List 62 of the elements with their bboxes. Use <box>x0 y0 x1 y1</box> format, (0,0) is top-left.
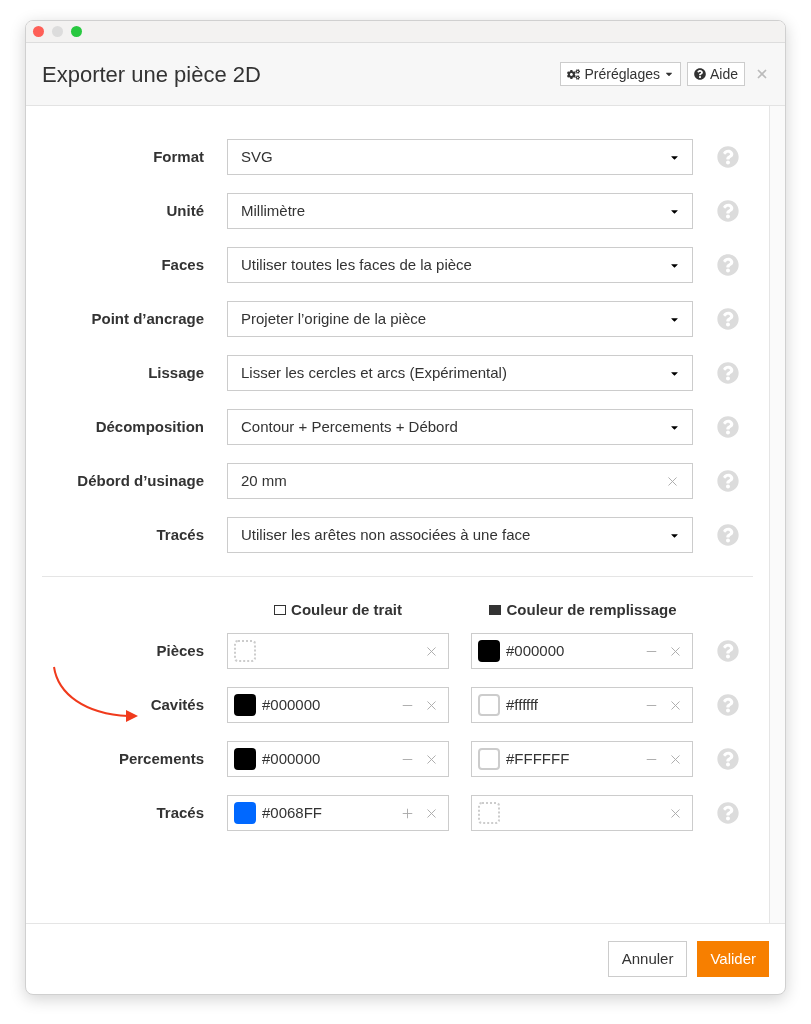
help-icon[interactable] <box>717 694 739 716</box>
field-label: Format <box>153 146 204 167</box>
field-label: Pièces <box>156 640 204 661</box>
select-field[interactable]: Contour + Percements + Débord <box>227 409 693 445</box>
help-button[interactable]: Aide <box>686 62 745 86</box>
close-window-button[interactable] <box>33 26 44 37</box>
color-field[interactable]: #000000 <box>227 687 449 723</box>
gears-icon <box>567 67 581 81</box>
select-field[interactable]: Projeter l’origine de la pièce <box>227 301 693 337</box>
column-header: Couleur de remplissage <box>506 599 677 620</box>
help-icon <box>693 68 706 80</box>
field-label: Décomposition <box>95 416 204 437</box>
color-swatch[interactable] <box>478 694 500 716</box>
column-header: Couleur de trait <box>291 599 402 620</box>
field-label: Tracés <box>156 524 204 545</box>
select-field[interactable]: Lisser les cercles et arcs (Expérimental) <box>227 355 693 391</box>
help-icon[interactable] <box>717 416 739 438</box>
field-label: Faces <box>161 254 204 275</box>
select-field[interactable]: Utiliser toutes les faces de la pièce <box>227 247 693 283</box>
color-field[interactable]: #FFFFFF <box>471 741 693 777</box>
input-field[interactable]: 20 mm <box>227 463 693 499</box>
dialog-title: Exporter une pièce 2D <box>42 60 262 89</box>
field-label: Tracés <box>156 802 204 823</box>
help-icon[interactable] <box>717 200 739 222</box>
help-icon[interactable] <box>717 254 739 276</box>
field-label: Débord d’usinage <box>77 470 204 491</box>
color-field[interactable] <box>227 633 449 669</box>
filled-square-icon <box>489 605 502 615</box>
select-field[interactable]: Utiliser les arêtes non associées à une face <box>227 517 693 553</box>
empty-swatch[interactable] <box>234 640 256 662</box>
field-label: Point d’ancrage <box>91 308 204 329</box>
color-field[interactable]: #000000 <box>227 741 449 777</box>
help-icon[interactable] <box>717 308 739 330</box>
field-label: Lissage <box>148 362 204 383</box>
help-icon[interactable] <box>717 748 739 770</box>
cancel-button[interactable]: Annuler <box>607 941 688 977</box>
select-field[interactable]: Millimètre <box>227 193 693 229</box>
help-icon[interactable] <box>717 362 739 384</box>
help-icon[interactable] <box>717 146 739 168</box>
help-icon[interactable] <box>717 470 739 492</box>
field-label: Percements <box>118 748 204 769</box>
color-swatch[interactable] <box>234 694 256 716</box>
color-field[interactable]: #ffffff <box>471 687 693 723</box>
color-field[interactable] <box>471 795 693 831</box>
select-field[interactable]: SVG <box>227 139 693 175</box>
color-swatch[interactable] <box>478 748 500 770</box>
help-icon[interactable] <box>717 802 739 824</box>
maximize-window-button[interactable] <box>71 26 82 37</box>
help-icon[interactable] <box>717 640 739 662</box>
color-swatch[interactable] <box>234 748 256 770</box>
presets-button[interactable]: Préréglages <box>560 62 681 86</box>
help-icon[interactable] <box>717 524 739 546</box>
field-label: Cavités <box>150 694 204 715</box>
empty-swatch[interactable] <box>478 802 500 824</box>
outline-square-icon <box>274 605 287 615</box>
plus-icon[interactable] <box>400 805 415 821</box>
close-icon[interactable] <box>755 67 769 81</box>
color-swatch[interactable] <box>478 640 500 662</box>
color-swatch[interactable] <box>234 802 256 824</box>
color-field[interactable]: #0068FF <box>227 795 449 831</box>
color-field[interactable]: #000000 <box>471 633 693 669</box>
field-label: Unité <box>166 200 204 221</box>
